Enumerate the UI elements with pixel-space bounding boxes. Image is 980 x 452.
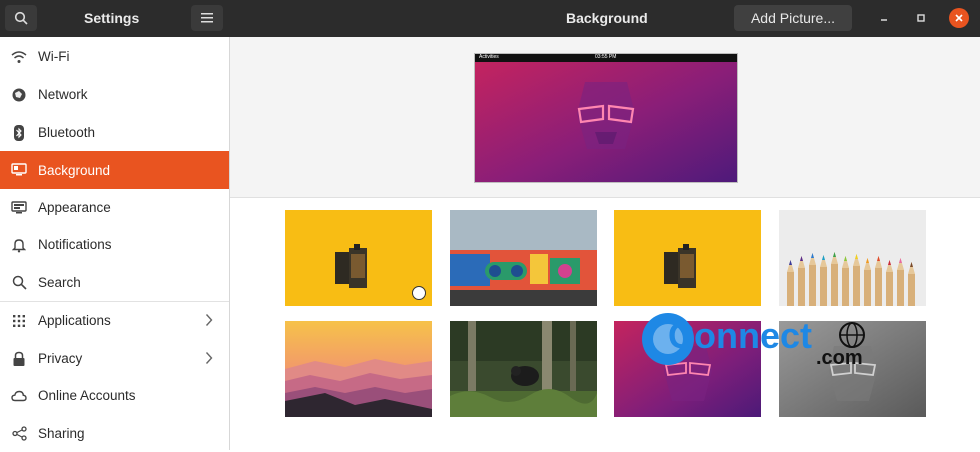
maximize-icon: [917, 14, 925, 22]
bell-icon: [11, 237, 27, 253]
sidebar-item-label: Wi-Fi: [38, 49, 70, 64]
connect-watermark-logo: Connect .com: [640, 311, 880, 381]
display-icon: [11, 162, 27, 178]
minimize-button[interactable]: [874, 8, 894, 28]
sidebar-item-background[interactable]: Background: [0, 151, 229, 189]
sidebar-item-label: Bluetooth: [38, 125, 96, 140]
search-icon: [14, 11, 28, 25]
search-icon: [11, 275, 27, 291]
sidebar-item-label: Notifications: [38, 237, 112, 252]
chevron-right-icon: [205, 313, 213, 330]
sidebar-item-sharing[interactable]: Sharing: [0, 415, 229, 452]
preview-clock-label: 03:55 PM: [595, 54, 617, 60]
wallpaper-thumbnail-mural[interactable]: [450, 210, 597, 306]
background-panel: Activities 03:55 PM Connect .com: [230, 37, 980, 450]
preview-area: Activities 03:55 PM: [230, 37, 980, 198]
header-bar: Settings Background Add Picture...: [0, 0, 980, 37]
preview-activities-label: Activities: [479, 54, 499, 60]
share-icon: [11, 426, 27, 442]
bluetooth-icon: [11, 124, 27, 141]
sidebar-item-label: Online Accounts: [38, 388, 136, 403]
hamburger-icon: [201, 13, 213, 23]
appearance-icon: [11, 200, 27, 216]
settings-title: Settings: [84, 10, 140, 26]
wallpaper-thumbnail-film-1[interactable]: [285, 210, 432, 306]
sidebar-item-wifi[interactable]: Wi-Fi: [0, 38, 229, 75]
desktop-preview: Activities 03:55 PM: [474, 53, 738, 183]
cloud-icon: [11, 388, 27, 404]
menu-button[interactable]: [191, 5, 223, 31]
wifi-icon: [11, 49, 27, 65]
watermark-domain: .com: [816, 347, 863, 369]
maximize-button[interactable]: [911, 8, 931, 28]
watermark-text: Connect: [668, 315, 812, 356]
sidebar-item-search[interactable]: Search: [0, 264, 229, 301]
wallpaper-thumbnail-gorilla-forest[interactable]: [450, 321, 597, 417]
sidebar-item-network[interactable]: Network: [0, 76, 229, 113]
add-picture-button[interactable]: Add Picture...: [734, 5, 852, 31]
close-button[interactable]: [949, 8, 969, 28]
sidebar-item-appearance[interactable]: Appearance: [0, 189, 229, 226]
close-icon: [955, 14, 963, 22]
wallpaper-thumbnail-mountains[interactable]: [285, 321, 432, 417]
page-title: Background: [566, 10, 648, 26]
sidebar-item-label: Search: [38, 275, 81, 290]
sidebar-item-label: Privacy: [38, 351, 83, 366]
grid-icon: [11, 313, 27, 329]
sidebar-item-label: Background: [38, 162, 111, 178]
lock-icon: [11, 351, 27, 367]
sidebar-item-bluetooth[interactable]: Bluetooth: [0, 114, 229, 151]
sidebar-item-label: Network: [38, 87, 88, 102]
wallpaper-thumbnail-film-2[interactable]: [614, 210, 761, 306]
sidebar-item-label: Sharing: [38, 426, 85, 441]
wallpaper-thumbnail-pencils[interactable]: [779, 210, 926, 306]
sidebar-item-notifications[interactable]: Notifications: [0, 226, 229, 263]
sidebar-item-label: Applications: [38, 313, 111, 328]
sidebar-item-privacy[interactable]: Privacy: [0, 340, 229, 377]
sidebar-item-label: Appearance: [38, 200, 111, 215]
minimize-icon: [881, 19, 887, 21]
network-icon: [11, 87, 27, 103]
selected-check-icon: [412, 286, 426, 300]
sidebar: Wi-Fi Network Bluetooth Background Appea…: [0, 37, 230, 450]
sidebar-item-online-accounts[interactable]: Online Accounts: [0, 377, 229, 414]
sidebar-item-applications[interactable]: Applications: [0, 302, 229, 339]
chevron-right-icon: [205, 351, 213, 368]
search-button[interactable]: [5, 5, 37, 31]
